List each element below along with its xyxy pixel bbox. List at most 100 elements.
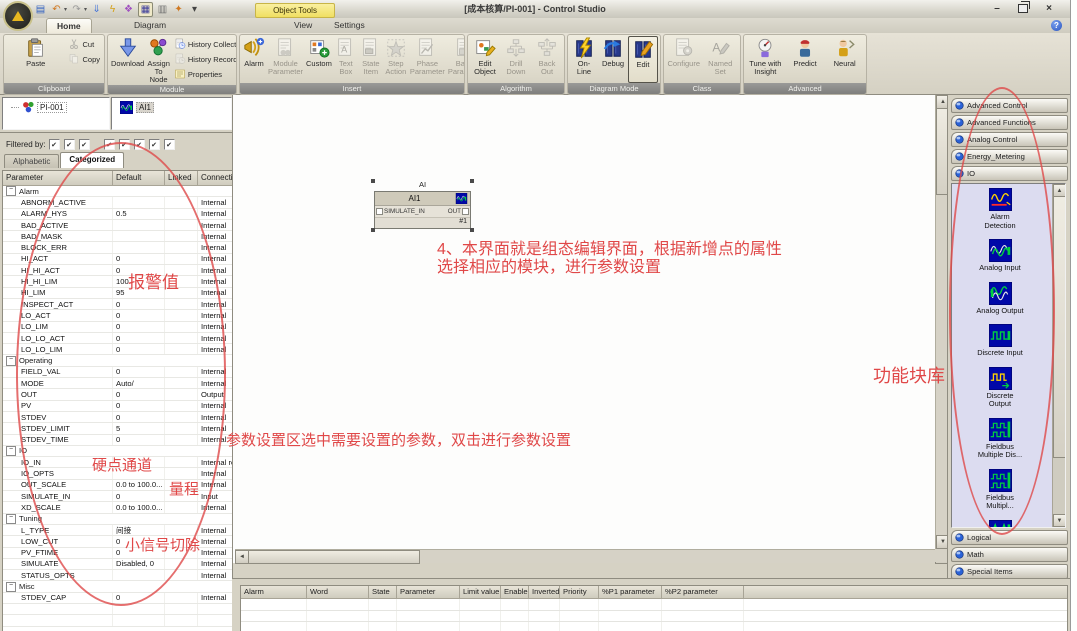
more-icon[interactable]: ▾ [188, 3, 201, 16]
column-header-%p2-parameter[interactable]: %P2 parameter [662, 586, 744, 598]
paste-button[interactable]: Paste [6, 36, 65, 83]
parameter-row[interactable]: IO_INInternal ref [3, 457, 232, 468]
text-box-button[interactable]: AText Box [334, 36, 358, 83]
filter-checkbox[interactable]: ✔ [134, 139, 145, 150]
parameter-row[interactable]: OUT_SCALE0.0 to 100.0...Internal [3, 480, 232, 491]
palette-category-special-items[interactable]: Special Items [951, 564, 1068, 579]
module-parameter-button[interactable]: Module Parameter [267, 36, 304, 83]
group-row-operating[interactable]: −Operating [3, 355, 232, 366]
drill-down-button[interactable]: Drill Down [501, 36, 531, 83]
parameter-row[interactable]: SIMULATEDisabled, 0Internal [3, 559, 232, 570]
column-header-linked[interactable]: Linked [165, 171, 198, 185]
undo-dropdown-icon[interactable]: ▾ [64, 6, 67, 13]
parameter-row[interactable]: FIELD_VAL0Internal [3, 367, 232, 378]
named-set-button[interactable]: ANamed Set [703, 36, 739, 83]
palette-item-alarm-detection[interactable]: Alarm Detection [952, 188, 1048, 230]
column-header-alarm[interactable]: Alarm [241, 586, 307, 598]
scroll-down-button[interactable]: ▼ [1053, 514, 1066, 527]
download-small-icon[interactable]: ⇓ [90, 3, 103, 16]
scroll-left-button[interactable]: ◄ [235, 550, 249, 564]
help-button[interactable]: ? [1051, 20, 1062, 31]
palette-item-discrete-input[interactable]: Discrete Input [952, 324, 1048, 358]
minimize-button[interactable]: – [990, 2, 1004, 14]
collapse-icon[interactable]: − [6, 582, 16, 592]
selection-handle[interactable] [470, 179, 474, 183]
restore-button[interactable] [1016, 2, 1030, 14]
palette-item-discrete-output[interactable]: Discrete Output [952, 367, 1048, 409]
filter-checkbox[interactable]: ✔ [49, 139, 60, 150]
parameter-row[interactable]: BAD_MASKInternal [3, 231, 232, 242]
save-icon[interactable]: ▤ [34, 3, 47, 16]
port-connector[interactable] [462, 208, 469, 215]
edit-button[interactable]: Edit [628, 36, 658, 83]
assign-to-node-button[interactable]: Assign To Node [146, 36, 171, 85]
undo-icon[interactable]: ↶ [50, 3, 63, 16]
parameter-row[interactable]: L_TYPE间接Internal [3, 525, 232, 536]
parameter-row[interactable]: LO_LO_LIM0Internal [3, 344, 232, 355]
palette-scrollbar[interactable]: ▲ ▼ [1052, 184, 1065, 527]
filter-checkbox[interactable]: ✔ [104, 139, 115, 150]
collapse-icon[interactable]: − [6, 356, 16, 366]
parameter-row[interactable]: MODEAuto/Internal [3, 378, 232, 389]
palette-category-analog-control[interactable]: Analog Control [951, 132, 1068, 147]
predict-button[interactable]: Predict [786, 36, 825, 83]
state-item-button[interactable]: State Item [359, 36, 383, 83]
palette-item-analog-output[interactable]: Analog Output [952, 282, 1048, 316]
canvas-horizontal-scrollbar[interactable]: ◄ ► [235, 549, 949, 563]
column-header-enable[interactable]: Enable [501, 586, 529, 598]
parameter-row[interactable]: IO_OPTSInternal [3, 468, 232, 479]
collapse-icon[interactable]: − [6, 514, 16, 524]
copy-button[interactable]: Copy [66, 52, 102, 66]
column-header-word[interactable]: Word [307, 586, 369, 598]
app-logo[interactable] [3, 1, 33, 31]
filter-checkbox[interactable]: ✔ [79, 139, 90, 150]
column-header-connection[interactable]: Connection [198, 171, 233, 185]
group-row-alarm[interactable]: −Alarm [3, 186, 232, 197]
input-port-simulate-in[interactable]: SIMULATE_IN [376, 208, 425, 215]
column-header-limit-value[interactable]: Limit value [460, 586, 501, 598]
parameter-row[interactable]: LOW_CUT0Internal [3, 536, 232, 547]
column-header-state[interactable]: State [369, 586, 397, 598]
parameter-row[interactable]: LO_LO_ACT0Internal [3, 333, 232, 344]
module-tree-item[interactable]: PI-001 [11, 101, 109, 113]
on-line-button[interactable]: On-Line [570, 36, 598, 83]
close-button[interactable]: × [1042, 2, 1056, 14]
block-body[interactable]: AI1 SIMULATE_IN OUT #1 [374, 191, 471, 229]
collapse-icon[interactable]: − [6, 186, 16, 196]
palette-item-unnamed[interactable] [952, 520, 1048, 529]
parameter-row[interactable]: LO_ACT0Internal [3, 310, 232, 321]
step-action-button[interactable]: Step Action [384, 36, 408, 83]
tab-view[interactable]: View [284, 18, 322, 32]
palette-item-analog-input[interactable]: Analog Input [952, 239, 1048, 273]
palette-item-fieldbus-multipl[interactable]: Fieldbus Multipl... [952, 469, 1048, 511]
group-row-tuning[interactable]: −Tuning [3, 514, 232, 525]
redo-icon[interactable]: ↷ [70, 3, 83, 16]
parameter-row[interactable]: STDEV_TIME0Internal [3, 435, 232, 446]
selection-handle[interactable] [371, 228, 375, 232]
parameter-row[interactable]: INSPECT_ACT0Internal [3, 299, 232, 310]
download-button[interactable]: Download [110, 36, 145, 85]
parameter-row[interactable]: BAD_ACTIVEInternal [3, 220, 232, 231]
history-collection-button[interactable]: History Collection [172, 37, 237, 51]
parameter-row[interactable]: ABNORM_ACTIVEInternal [3, 197, 232, 208]
parameter-row[interactable]: ALARM_HYS0.5Internal [3, 209, 232, 220]
tab-categorized[interactable]: Categorized [60, 152, 124, 168]
cut-button[interactable]: Cut [66, 37, 102, 51]
spark-icon[interactable]: ✦ [172, 3, 185, 16]
batch-parameter-button[interactable]: Batch Parameter [447, 36, 465, 83]
parameter-row[interactable]: OUT0Output [3, 389, 232, 400]
edit-object-button[interactable]: Edit Object [470, 36, 500, 83]
lightning-icon[interactable]: ϟ [106, 3, 119, 16]
palette-item-fieldbus-multiple-dis[interactable]: Fieldbus Multiple Dis... [952, 418, 1048, 460]
ai-function-block[interactable]: AI AI1 SIMULATE_IN OUT #1 [374, 180, 471, 229]
parameter-row[interactable]: STDEV_CAP0Internal [3, 593, 232, 604]
tab-settings[interactable]: Settings [324, 18, 375, 32]
diagram-canvas[interactable]: AI AI1 SIMULATE_IN OUT #1 [232, 95, 948, 563]
debug-button[interactable]: Debug [599, 36, 627, 83]
column-header-priority[interactable]: Priority [560, 586, 599, 598]
parameter-row[interactable]: SIMULATE_IN0Input [3, 491, 232, 502]
tab-alphabetic[interactable]: Alphabetic [4, 154, 59, 168]
column-header-default[interactable]: Default [113, 171, 165, 185]
parameter-row[interactable]: STDEV_LIMIT5Internal [3, 423, 232, 434]
parameter-row[interactable]: HI_LIM95Internal [3, 288, 232, 299]
